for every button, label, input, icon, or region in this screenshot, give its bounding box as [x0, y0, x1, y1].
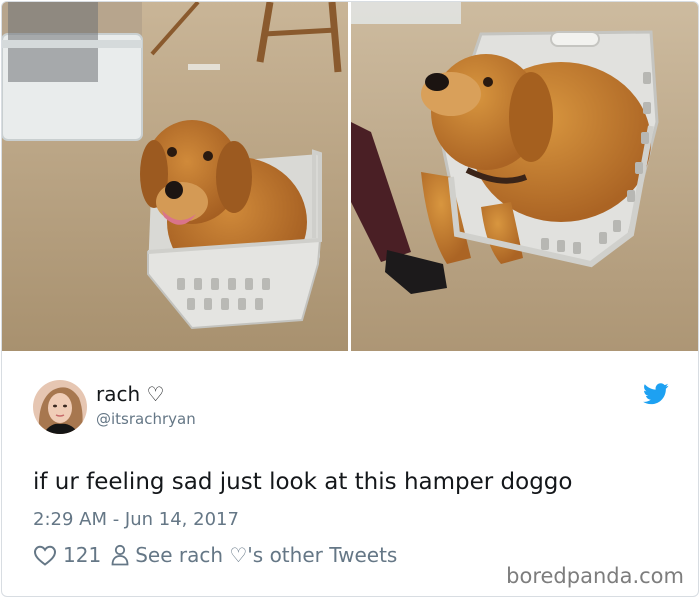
tweet-card: rach ♡ @itsrachryan if ur feeling sad ju… — [1, 1, 699, 597]
user-handle[interactable]: @itsrachryan — [96, 409, 196, 429]
person-outline-icon[interactable] — [111, 544, 129, 566]
photo-dog-in-hamper-left[interactable] — [2, 2, 348, 351]
watermark: boredpanda.com — [506, 564, 684, 588]
author-names: rach ♡ @itsrachryan — [96, 381, 196, 429]
display-name[interactable]: rach ♡ — [96, 381, 196, 407]
tweet-timestamp[interactable]: 2:29 AM - Jun 14, 2017 — [33, 509, 239, 530]
tweet-actions: 121 See rach ♡'s other Tweets — [33, 543, 397, 567]
avatar[interactable] — [33, 380, 87, 434]
tweet-media[interactable] — [2, 2, 698, 351]
see-other-tweets-link[interactable]: See rach ♡'s other Tweets — [135, 543, 397, 567]
like-count: 121 — [63, 543, 102, 567]
twitter-bird-icon[interactable] — [643, 383, 669, 405]
tweet-text: if ur feeling sad just look at this hamp… — [33, 469, 573, 495]
tweet-author[interactable]: rach ♡ @itsrachryan — [33, 380, 196, 438]
photo-dog-in-hamper-right[interactable] — [351, 2, 698, 351]
heart-outline-icon[interactable] — [33, 544, 57, 566]
